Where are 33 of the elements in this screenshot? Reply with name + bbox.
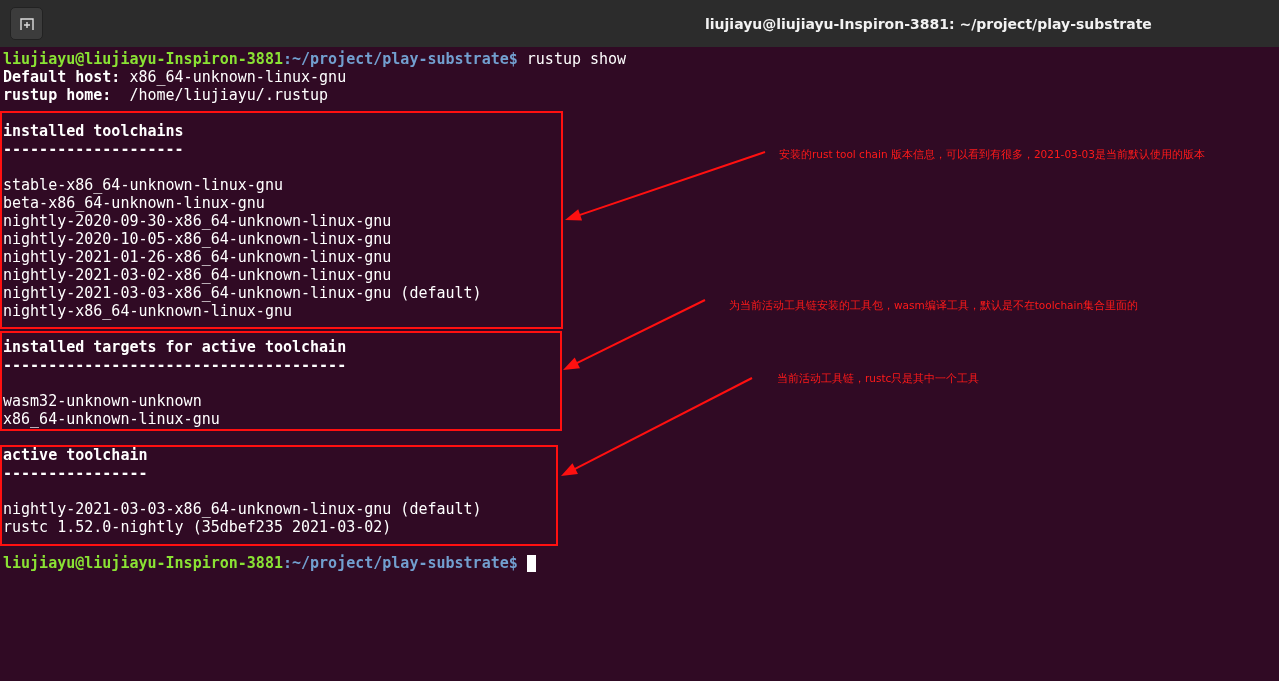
annotation-text: 当前活动工具链，rustc只是其中一个工具 <box>777 372 980 386</box>
output-line: nightly-2020-09-30-x86_64-unknown-linux-gnu <box>3 212 392 230</box>
new-tab-icon <box>19 16 34 31</box>
output-line: nightly-2021-03-03-x86_64-unknown-linux-gnu (default) <box>3 284 482 302</box>
command-text: rustup show <box>525 50 627 68</box>
output-line: beta-x86_64-unknown-linux-gnu <box>3 194 265 212</box>
output-line: nightly-2021-03-02-x86_64-unknown-linux-gnu <box>3 266 392 284</box>
output-line: rustc 1.52.0-nightly (35dbef235 2021-03-02) <box>3 518 392 536</box>
section-heading: ---------------- <box>3 464 148 482</box>
section-heading: -------------------- <box>3 140 184 158</box>
prompt-path: :~/project/play-substrate$ <box>282 554 518 572</box>
output-line: nightly-2021-03-03-x86_64-unknown-linux-gnu (default) <box>3 500 482 518</box>
window-title: liujiayu@liujiayu-Inspiron-3881: ~/project/play-substrate <box>705 15 1152 32</box>
prompt-user-host: liujiayu@liujiayu-Inspiron-3881 <box>3 50 283 68</box>
section-heading: active toolchain <box>3 446 148 464</box>
output-line: stable-x86_64-unknown-linux-gnu <box>3 176 283 194</box>
section-heading: installed toolchains <box>3 122 184 140</box>
section-heading: -------------------------------------- <box>3 356 347 374</box>
annotation-text: 安装的rust tool chain 版本信息，可以看到有很多，2021-03-03是当前默认使用的版本 <box>779 148 1205 162</box>
field-value: /home/liujiayu/.rustup <box>128 86 329 104</box>
prompt-user-host: liujiayu@liujiayu-Inspiron-3881 <box>3 554 283 572</box>
field-value: x86_64-unknown-linux-gnu <box>128 68 347 86</box>
field-label: Default host: <box>3 68 121 86</box>
output-line: wasm32-unknown-unknown <box>3 392 202 410</box>
output-line: x86_64-unknown-linux-gnu <box>3 410 220 428</box>
field-label: rustup home: <box>3 86 112 104</box>
output-line: nightly-2021-01-26-x86_64-unknown-linux-gnu <box>3 248 392 266</box>
annotation-text: 为当前活动工具链安装的工具包，wasm编译工具，默认是不在toolchain集合里面的 <box>729 299 1139 313</box>
output-line: nightly-x86_64-unknown-linux-gnu <box>3 302 292 320</box>
prompt-path: :~/project/play-substrate$ <box>282 50 518 68</box>
output-line: nightly-2020-10-05-x86_64-unknown-linux-gnu <box>3 230 392 248</box>
new-tab-button[interactable] <box>10 7 43 40</box>
section-heading: installed targets for active toolchain <box>3 338 347 356</box>
